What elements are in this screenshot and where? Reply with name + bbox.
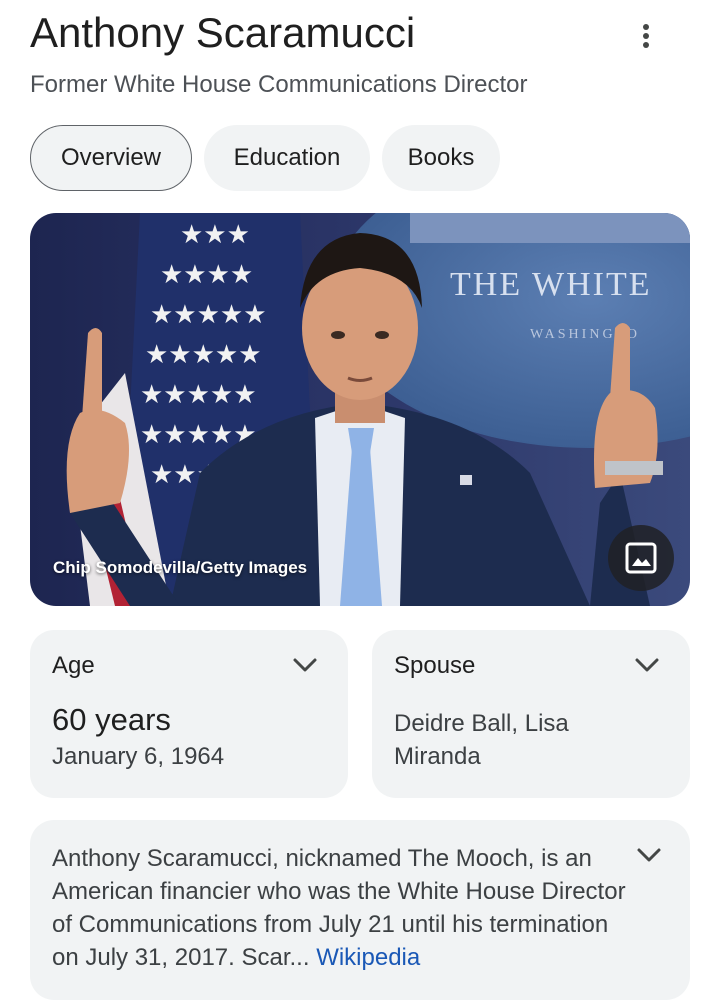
page-title: Anthony Scaramucci bbox=[30, 9, 416, 56]
age-value: 60 years bbox=[52, 702, 171, 737]
image-icon bbox=[625, 542, 657, 574]
spouse-link[interactable]: Deidre Ball bbox=[394, 710, 511, 737]
spouse-value: Deidre Ball, Lisa Miranda bbox=[394, 707, 614, 773]
photo-credit: Chip Somodevilla/Getty Images bbox=[53, 558, 308, 577]
description-ellipsis: ... bbox=[289, 944, 310, 971]
background-sign-text: THE WHITE bbox=[450, 266, 651, 303]
tab-overview[interactable]: Overview bbox=[30, 125, 192, 191]
chevron-down-icon bbox=[635, 658, 659, 672]
description-text: Anthony Scaramucci, nicknamed The Mooch,… bbox=[52, 842, 632, 974]
spouse-label: Spouse bbox=[394, 652, 476, 679]
description-card[interactable]: Anthony Scaramucci, nicknamed The Mooch,… bbox=[30, 820, 690, 1000]
knowledge-panel-header: Anthony Scaramucci Former White House Co… bbox=[30, 8, 670, 98]
chevron-down-icon bbox=[293, 658, 317, 672]
svg-text:★★★: ★★★ bbox=[180, 220, 250, 250]
birth-date: January 6, 1964 bbox=[52, 743, 225, 770]
profile-photo[interactable]: THE WHITE WASHINGTO ★★★ ★★★★ ★★★★★ ★★★★★… bbox=[30, 213, 690, 606]
svg-text:★★★★: ★★★★ bbox=[160, 260, 253, 290]
spouse-card[interactable]: Spouse Deidre Ball, Lisa Miranda bbox=[372, 630, 690, 798]
chevron-down-icon[interactable] bbox=[636, 846, 662, 866]
tab-bar: Overview Education Books bbox=[30, 125, 500, 191]
wikipedia-link[interactable]: Wikipedia bbox=[316, 944, 420, 971]
photo-illustration: THE WHITE WASHINGTO ★★★ ★★★★ ★★★★★ ★★★★★… bbox=[30, 213, 690, 606]
more-vert-icon bbox=[643, 24, 649, 48]
more-options-button[interactable] bbox=[626, 20, 666, 52]
age-label: Age bbox=[52, 652, 95, 679]
age-card[interactable]: Age 60 years January 6, 1964 bbox=[30, 630, 348, 798]
view-images-button[interactable] bbox=[608, 525, 674, 591]
spouse-separator: , bbox=[511, 710, 525, 737]
svg-text:★★★★★: ★★★★★ bbox=[150, 300, 267, 330]
svg-text:★★★★★: ★★★★★ bbox=[145, 340, 262, 370]
tab-education[interactable]: Education bbox=[204, 125, 370, 191]
svg-text:★★★★★: ★★★★★ bbox=[140, 380, 257, 410]
tab-books[interactable]: Books bbox=[382, 125, 500, 191]
page-subtitle: Former White House Communications Direct… bbox=[30, 71, 528, 98]
